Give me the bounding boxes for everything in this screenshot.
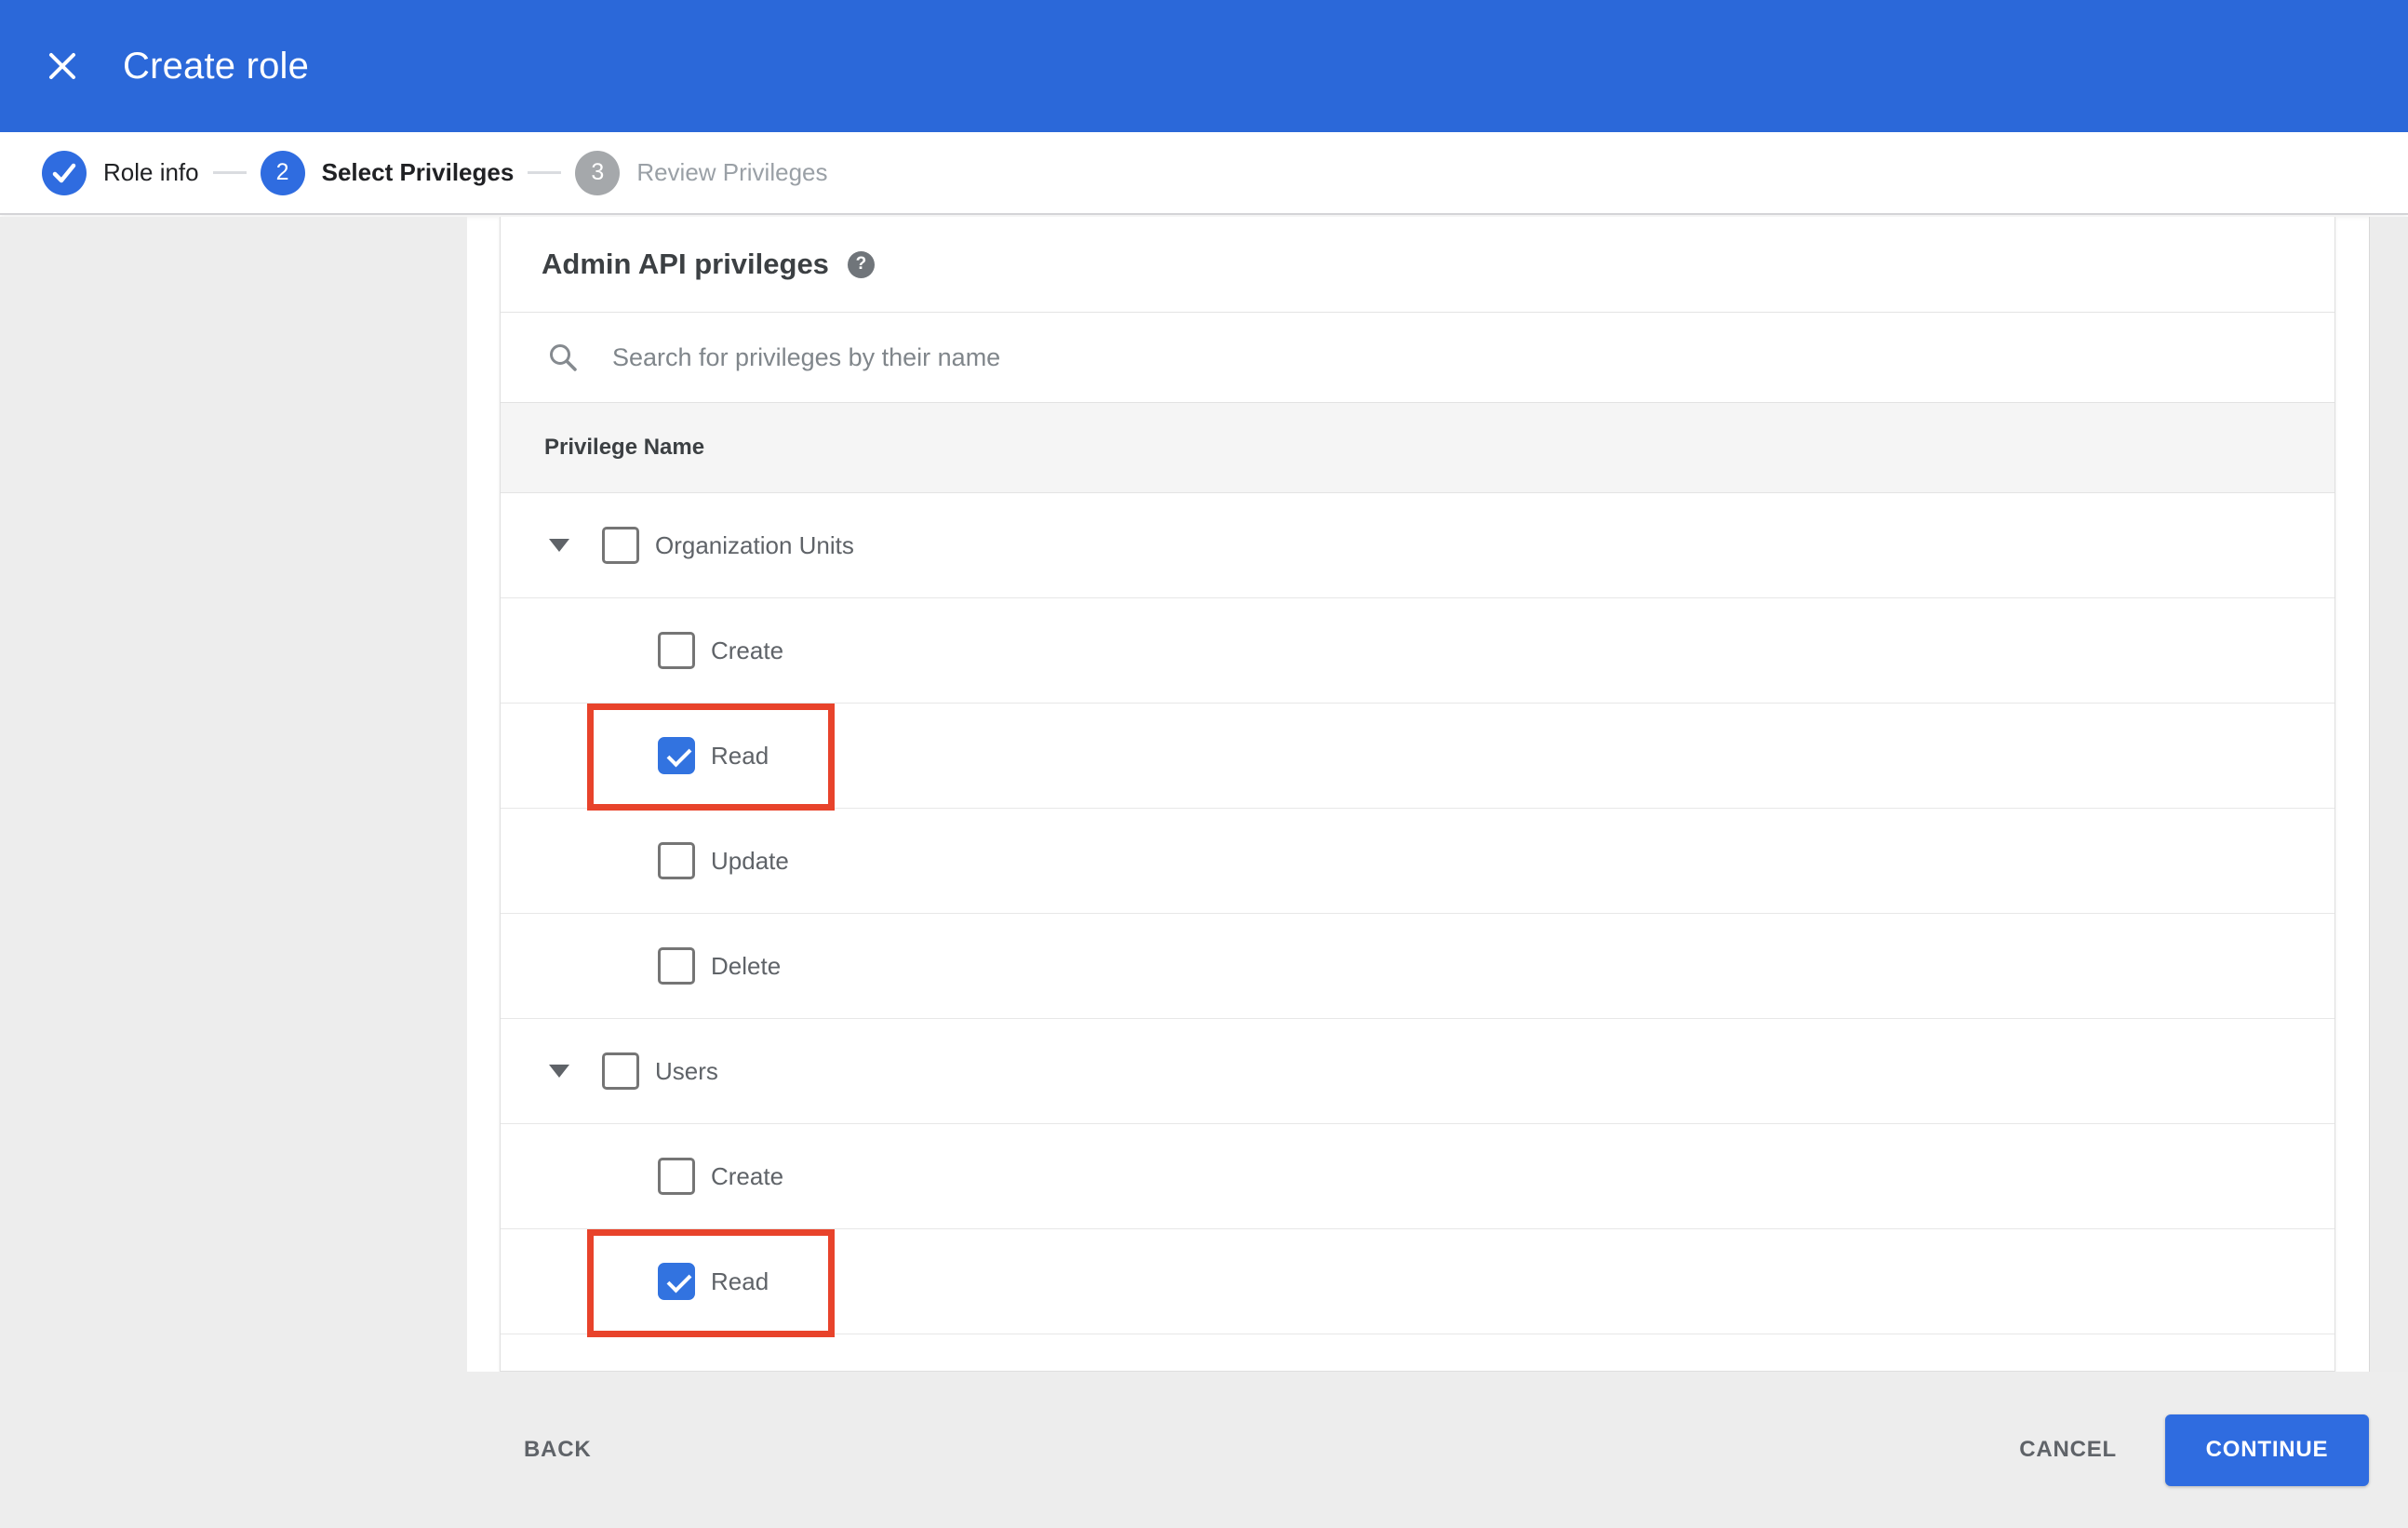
step-connector [528, 171, 562, 174]
back-button[interactable]: BACK [524, 1437, 592, 1463]
step-role-info[interactable]: Role info [42, 150, 199, 195]
privileges-card: Admin API privileges ? Privilege Name Or… [500, 217, 2335, 1372]
step-number-badge: 3 [575, 150, 621, 195]
step-review-privileges[interactable]: 3 Review Privileges [575, 150, 828, 195]
checkbox-delete[interactable] [658, 947, 695, 985]
clipped-row [501, 1334, 2334, 1371]
right-gutter-panel [2369, 217, 2408, 1372]
step-complete-check-icon [42, 150, 87, 195]
collapse-arrow-icon[interactable] [549, 1065, 569, 1078]
privilege-row-users: Users [501, 1019, 2334, 1124]
checkbox-users-create[interactable] [658, 1158, 695, 1195]
checkbox-read-checked[interactable] [658, 737, 695, 774]
collapse-arrow-icon[interactable] [549, 539, 569, 552]
privilege-row-update: Update [501, 809, 2334, 914]
privilege-row-create: Create [501, 598, 2334, 704]
privilege-label: Create [711, 1161, 784, 1190]
checkbox-users[interactable] [602, 1052, 639, 1090]
step-connector [212, 171, 247, 174]
privilege-label: Read [711, 1267, 769, 1295]
privilege-row-users-read: Read [501, 1229, 2334, 1334]
card-heading-row: Admin API privileges ? [501, 217, 2334, 313]
checkbox-create[interactable] [658, 632, 695, 669]
privilege-row-users-create: Create [501, 1124, 2334, 1229]
dialog-title: Create role [123, 45, 310, 87]
checkbox-users-read-checked[interactable] [658, 1263, 695, 1300]
cancel-button[interactable]: CANCEL [2019, 1437, 2117, 1463]
card-heading: Admin API privileges [542, 248, 829, 280]
privilege-label: Organization Units [655, 530, 854, 559]
close-icon[interactable] [42, 46, 83, 87]
app-bar: Create role [0, 0, 2408, 132]
table-header-label: Privilege Name [544, 435, 705, 460]
help-icon[interactable]: ? [847, 250, 875, 278]
step-number-badge: 2 [260, 150, 305, 195]
search-icon [550, 344, 577, 371]
privilege-row-read: Read [501, 704, 2334, 809]
table-header-row: Privilege Name [501, 403, 2334, 493]
footer-bar: BACK CANCEL CONTINUE [0, 1372, 2408, 1528]
privilege-row-organization-units: Organization Units [501, 493, 2334, 598]
step-select-privileges[interactable]: 2 Select Privileges [260, 150, 515, 195]
step-label: Role info [103, 158, 199, 186]
continue-button[interactable]: CONTINUE [2165, 1414, 2369, 1486]
search-input[interactable] [610, 342, 2334, 373]
search-row [501, 313, 2334, 403]
privilege-label: Users [655, 1056, 718, 1085]
checkbox-organization-units[interactable] [602, 527, 639, 564]
step-label: Select Privileges [321, 158, 515, 186]
privilege-label: Create [711, 636, 784, 664]
checkbox-update[interactable] [658, 842, 695, 879]
privilege-row-delete: Delete [501, 914, 2334, 1019]
step-label: Review Privileges [636, 158, 828, 186]
stepper: Role info 2 Select Privileges 3 Review P… [0, 132, 2408, 215]
left-gutter-panel [0, 217, 467, 1372]
privilege-label: Read [711, 741, 769, 770]
privilege-label: Delete [711, 951, 782, 980]
privilege-label: Update [711, 846, 789, 875]
